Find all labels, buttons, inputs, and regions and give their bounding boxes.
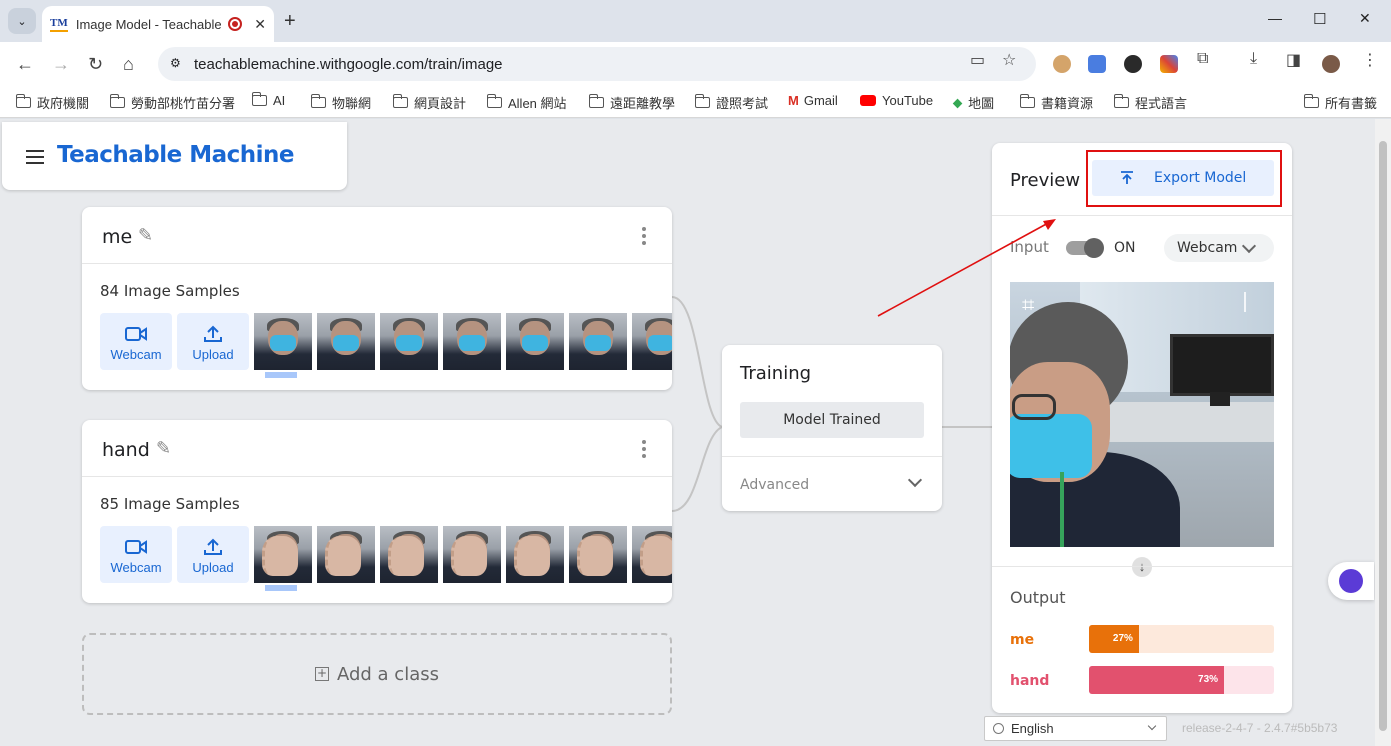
annotation-arrow <box>877 219 1056 317</box>
